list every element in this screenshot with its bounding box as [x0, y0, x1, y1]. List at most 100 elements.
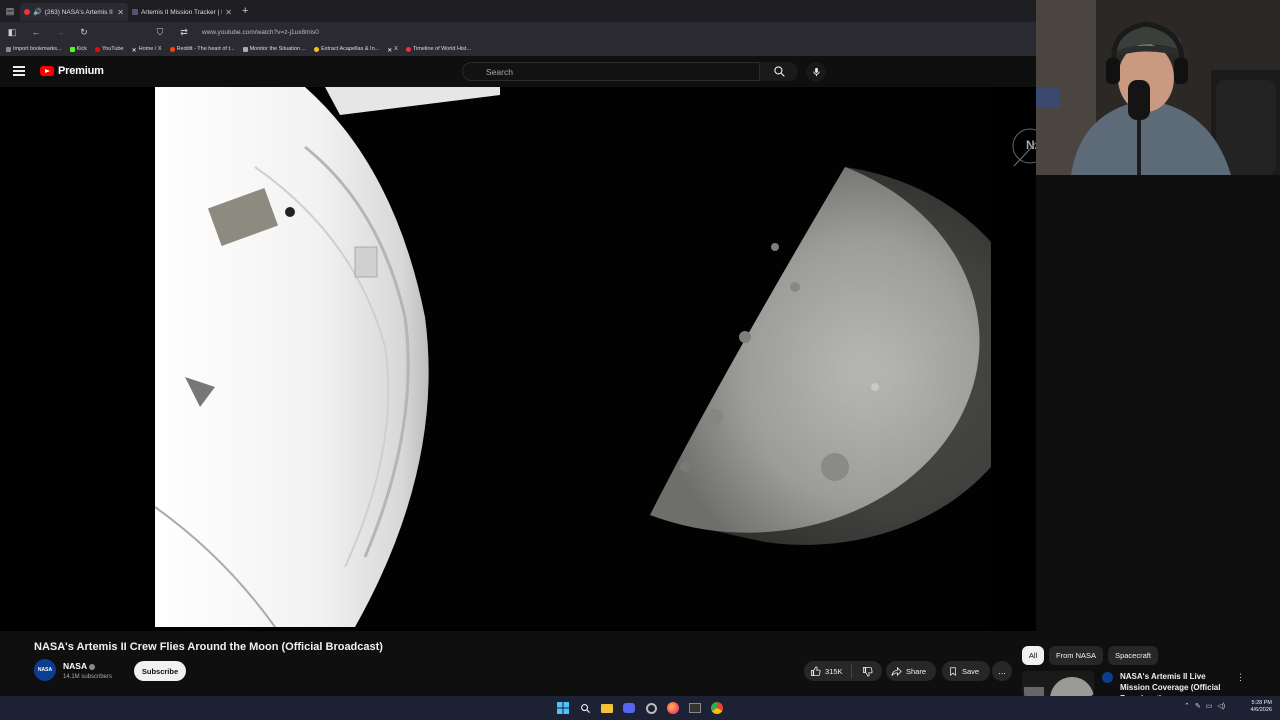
bookmark-reddit[interactable]: Reddit - The heart of t...: [169, 46, 235, 52]
menu-icon[interactable]: [13, 66, 25, 76]
site-info-icon[interactable]: ⇄: [178, 27, 190, 38]
dislike-button[interactable]: [852, 666, 882, 677]
terminal-icon[interactable]: [687, 700, 703, 716]
tab-nasa-video[interactable]: 🔊 (263) NASA's Artemis II Cre ✕: [20, 3, 128, 21]
windows-taskbar: ⌃ ✎ ▭ ◁) 5:28 PM 4/6/2026: [0, 696, 1280, 720]
video-title: NASA's Artemis II Crew Flies Around the …: [34, 641, 383, 653]
search-input[interactable]: Search: [462, 62, 760, 81]
x-icon: ✕: [387, 47, 393, 54]
channel-name[interactable]: NASA: [63, 661, 96, 671]
youtube-header: Premium Search: [0, 56, 1036, 87]
settings-icon[interactable]: [643, 700, 659, 716]
clock-date: 4/6/2026: [1250, 707, 1272, 713]
like-button[interactable]: 315K: [804, 664, 852, 678]
bookmark-monitor[interactable]: Monitor the Situation ...: [242, 46, 307, 52]
secondary-column: [1036, 175, 1280, 645]
bookmark-kick[interactable]: Kick: [69, 46, 87, 52]
video-scene: [155, 87, 991, 627]
youtube-logo[interactable]: Premium: [40, 65, 104, 77]
related-video-thumbnail[interactable]: [1022, 671, 1094, 696]
forward-arrow-icon[interactable]: →: [54, 27, 66, 37]
bookmark-label: Timeline of World Hist...: [412, 46, 472, 52]
back-arrow-icon[interactable]: ←: [30, 27, 42, 37]
like-dislike-group: 315K: [804, 661, 882, 681]
moon-thumbnail-icon: [1022, 671, 1094, 696]
pen-icon[interactable]: ✎: [1195, 702, 1201, 710]
bookmark-label: Extract Acapellas & In...: [321, 46, 380, 52]
subscriber-count: 14.1M subscribers: [63, 674, 113, 680]
streamer-webcam-image: [1036, 0, 1280, 175]
network-icon[interactable]: ▭: [1206, 702, 1213, 710]
logo-text: Premium: [58, 65, 104, 77]
bookmark-acapellas[interactable]: Extract Acapellas & In...: [314, 46, 379, 52]
system-tray: ⌃ ✎ ▭ ◁): [1184, 702, 1225, 710]
firefox-icon[interactable]: [665, 700, 681, 716]
tracker-favicon-icon: [132, 9, 138, 15]
avatar-text: NASA: [37, 667, 53, 673]
video-frame: [155, 87, 991, 627]
taskbar-clock[interactable]: 5:28 PM 4/6/2026: [1240, 700, 1272, 714]
import-icon: [6, 46, 11, 52]
save-button[interactable]: Save: [942, 661, 990, 681]
bookmark-label: X: [394, 46, 398, 52]
share-label: Share: [906, 666, 927, 676]
bookmark-label: Home / X: [138, 46, 162, 52]
verified-badge-icon: [89, 663, 96, 670]
bookmark-youtube[interactable]: YouTube: [95, 46, 124, 52]
bookmark-timeline[interactable]: Timeline of World Hist...: [405, 46, 472, 52]
bookmark-label: Reddit - The heart of t...: [176, 46, 235, 52]
tab-mission-tracker[interactable]: Artemis II Mission Tracker | Live ✕: [128, 3, 236, 21]
bookmark-x[interactable]: ✕ X: [387, 46, 398, 54]
more-icon: ...: [998, 666, 1006, 676]
bookmark-import[interactable]: Import bookmarks...: [6, 46, 62, 52]
tab-title: (263) NASA's Artemis II Cre: [44, 8, 115, 16]
bookmark-label: Monitor the Situation ...: [249, 46, 307, 52]
sidebar-toggle-icon[interactable]: ◧: [6, 27, 18, 38]
tab-title: Artemis II Mission Tracker | Live: [141, 8, 222, 16]
clock-time: 5:28 PM: [1251, 700, 1272, 706]
youtube-play-icon: [40, 66, 54, 76]
speaker-icon: 🔊: [33, 9, 42, 16]
related-channel-avatar[interactable]: [1102, 672, 1113, 683]
volume-icon[interactable]: ◁): [1217, 702, 1225, 710]
thumbs-down-icon: [862, 666, 872, 676]
taskbar-search-icon[interactable]: [577, 700, 593, 716]
chrome-icon[interactable]: [709, 700, 725, 716]
bookmarks-bar: Import bookmarks... Kick YouTube ✕ Home /…: [0, 42, 1036, 56]
share-button[interactable]: Share: [886, 661, 936, 681]
bookmark-label: Kick: [76, 46, 87, 52]
save-label: Save: [962, 666, 980, 676]
more-actions-button[interactable]: ...: [992, 661, 1012, 681]
related-video-menu-icon[interactable]: ⋮: [1236, 672, 1245, 683]
close-tab-icon[interactable]: ✕: [225, 8, 232, 17]
file-explorer-icon[interactable]: [599, 700, 615, 716]
chevron-up-icon[interactable]: ⌃: [1184, 702, 1190, 710]
voice-search-button[interactable]: [806, 62, 826, 82]
channel-name-text: NASA: [63, 661, 88, 671]
reload-icon[interactable]: ↻: [78, 27, 90, 38]
channel-avatar[interactable]: NASA: [34, 659, 56, 681]
browser-tab-bar: ▤ 🔊 (263) NASA's Artemis II Cre ✕ Artemi…: [0, 0, 1036, 22]
shield-icon[interactable]: ⛉: [154, 27, 166, 38]
bookmark-x-home[interactable]: ✕ Home / X: [132, 46, 162, 54]
taskbar-apps: [555, 700, 725, 716]
discord-icon[interactable]: [621, 700, 637, 716]
like-count: 315K: [825, 666, 843, 676]
new-tab-button[interactable]: +: [242, 5, 248, 17]
bookmark-label: YouTube: [102, 46, 124, 52]
start-menu-icon[interactable]: [555, 700, 571, 716]
chip-spacecraft[interactable]: Spacecraft: [1108, 646, 1158, 665]
chip-all[interactable]: All: [1022, 646, 1044, 665]
timeline-icon: [405, 46, 411, 52]
close-tab-icon[interactable]: ✕: [117, 8, 124, 17]
chip-from-nasa[interactable]: From NASA: [1049, 646, 1103, 665]
video-player[interactable]: [0, 87, 1036, 631]
acapella-icon: [314, 46, 320, 52]
bookmark-icon: [950, 666, 956, 676]
monitor-icon: [242, 46, 248, 52]
address-field[interactable]: www.youtube.com/watch?v=z-j1ux8mis0: [202, 29, 319, 36]
microphone-icon: [812, 67, 820, 77]
search-button[interactable]: [760, 62, 798, 81]
tab-list-icon[interactable]: ▤: [0, 0, 20, 22]
subscribe-button[interactable]: Subscribe: [134, 661, 186, 681]
